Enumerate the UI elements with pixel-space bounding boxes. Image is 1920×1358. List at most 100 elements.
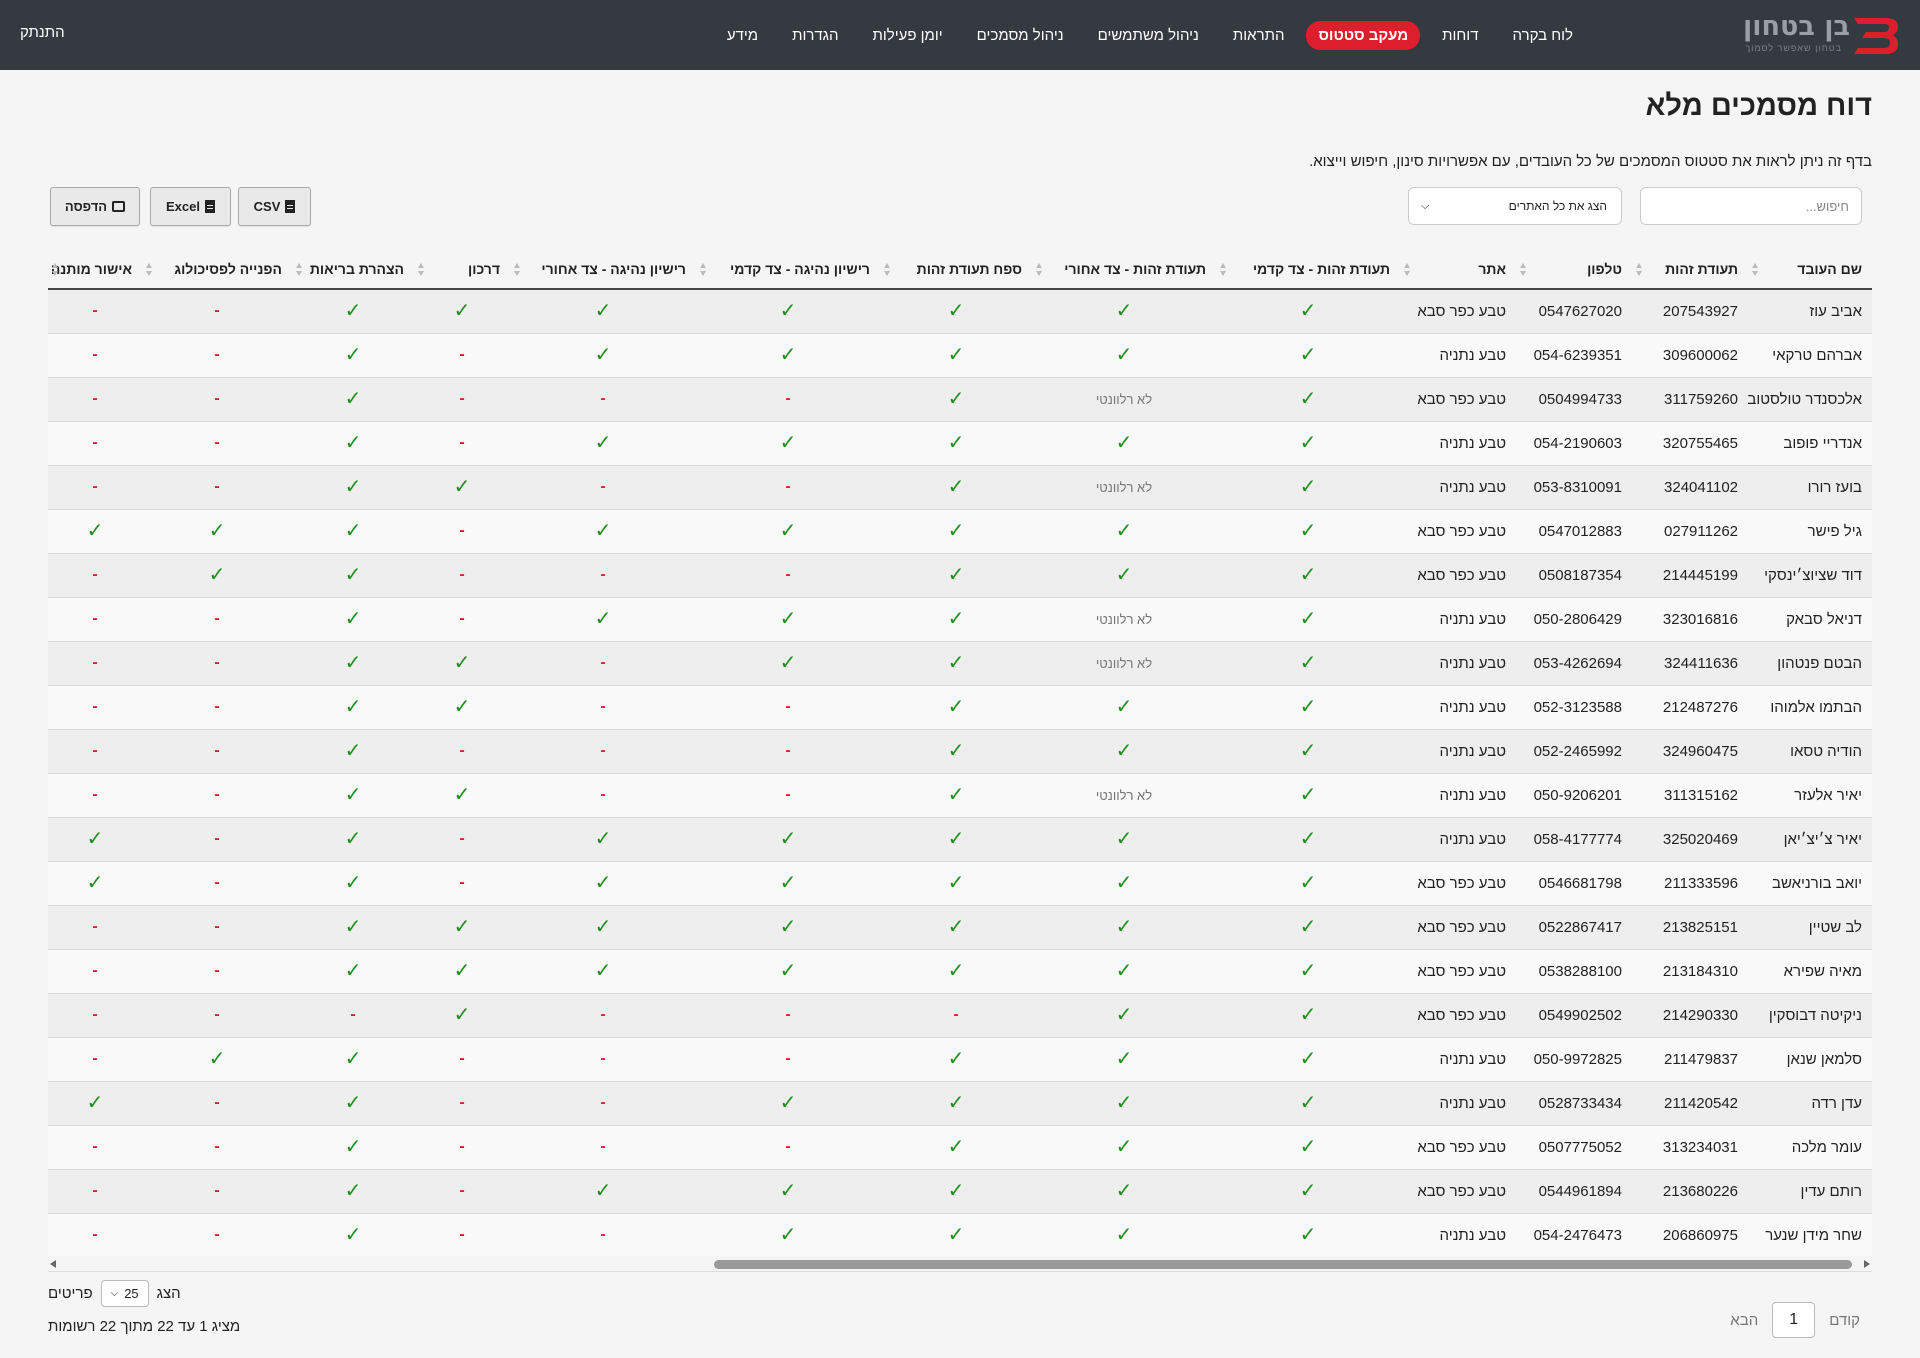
logout-link[interactable]: התנתק: [20, 24, 65, 41]
column-header-12[interactable]: אישור מותנה: [48, 250, 142, 290]
scrollbar-thumb[interactable]: [714, 1260, 1852, 1269]
table-row[interactable]: אביב עוז 207543927 0547627020 טבע כפר סבא ✓ ✓…: [48, 288, 1872, 333]
column-header-10[interactable]: הצהרת בריאות: [292, 250, 414, 290]
missing-icon: -: [459, 1138, 465, 1155]
table-row[interactable]: הבטם פנטהון 324411636 053-4262694 טבע נתניה…: [48, 640, 1872, 685]
chevron-down-icon: ⌵: [1421, 200, 1430, 212]
cell-doc-status: ✓: [292, 1124, 414, 1169]
sort-icon[interactable]: [1036, 263, 1043, 276]
cell-doc-status: -: [696, 772, 880, 817]
scroll-right-arrow-icon[interactable]: [1864, 1260, 1870, 1268]
table-row[interactable]: דוד שציוצ׳ינסקי 214445199 0508187354 טבע כפ…: [48, 552, 1872, 597]
pagination-prev[interactable]: קודם: [1829, 1312, 1860, 1329]
print-button[interactable]: הדפסה: [50, 187, 140, 226]
table-row[interactable]: סלמאן שנאן 211479837 050-9972825 טבע נתניה ✓…: [48, 1036, 1872, 1081]
nav-item-7[interactable]: הגדרות: [780, 21, 850, 50]
column-header-7[interactable]: רישיון נהיגה - צד קדמי: [696, 250, 880, 290]
check-icon: ✓: [1115, 1180, 1133, 1202]
cell-site: טבע נתניה: [1400, 596, 1516, 641]
nav-item-6[interactable]: יומן פעילות: [861, 21, 955, 50]
table-row[interactable]: הבתמו אלמוהו 212487276 052-3123588 טבע נתני…: [48, 684, 1872, 729]
table-row[interactable]: מאיה שפירא 213184310 0538288100 טבע כפר סבא…: [48, 948, 1872, 993]
table-row[interactable]: גיל פישר 027911262 0547012883 טבע כפר סבא ✓ ✓…: [48, 508, 1872, 553]
cell-doc-status: ✓: [510, 420, 696, 465]
check-icon: ✓: [1299, 1048, 1317, 1070]
table-row[interactable]: אברהם טרקאי 309600062 054-6239351 טבע נתניה…: [48, 332, 1872, 377]
sort-icon[interactable]: [52, 263, 59, 276]
column-header-3[interactable]: אתר: [1400, 250, 1516, 290]
table-row[interactable]: שחר מידן שנער 206860975 054-2476473 טבע נתנ…: [48, 1212, 1872, 1257]
search-input[interactable]: [1640, 187, 1862, 225]
check-icon: ✓: [779, 520, 797, 542]
page-size-select[interactable]: 25 ⌵: [100, 1280, 149, 1307]
table-row[interactable]: יאיר אלעזר 311315162 050-9206201 טבע נתניה ✓…: [48, 772, 1872, 817]
table-row[interactable]: עומר מלכה 313234031 0507775052 טבע כפר סבא ✓…: [48, 1124, 1872, 1169]
sort-icon[interactable]: [514, 263, 521, 276]
export-csv-button[interactable]: CSV: [238, 187, 311, 226]
column-header-1[interactable]: תעודת זהות: [1632, 250, 1748, 290]
cell-phone: 058-4177774: [1516, 816, 1632, 861]
nav-item-1[interactable]: דוחות: [1430, 21, 1490, 50]
table-row[interactable]: אלכסנדר טולסטוב 311759260 0504994733 טבע כפ…: [48, 376, 1872, 421]
table-row[interactable]: עדן רדה 211420542 0528733434 טבע נתניה ✓ ✓ ✓ ✓ -…: [48, 1080, 1872, 1125]
column-header-5[interactable]: תעודת זהות - צד אחורי: [1032, 250, 1216, 290]
column-header-2[interactable]: טלפון: [1516, 250, 1632, 290]
cell-doc-status: -: [696, 992, 880, 1037]
nav-item-5[interactable]: ניהול מסמכים: [965, 21, 1076, 50]
column-header-label: תעודת זהות: [1665, 261, 1738, 277]
sort-icon[interactable]: [146, 263, 153, 276]
cell-site: טבע כפר סבא: [1400, 992, 1516, 1037]
table-row[interactable]: לב שטיין 213825151 0522867417 טבע כפר סבא ✓ ✓…: [48, 904, 1872, 949]
nav-item-0[interactable]: לוח בקרה: [1501, 21, 1585, 50]
sort-icon[interactable]: [884, 263, 891, 276]
table-row[interactable]: אנדריי פופוב 320755465 054-2190603 טבע נתני…: [48, 420, 1872, 465]
cell-doc-status: ✓: [292, 904, 414, 949]
column-header-0[interactable]: שם העובד: [1748, 250, 1872, 290]
horizontal-scrollbar[interactable]: [48, 1256, 1872, 1272]
nav-item-8[interactable]: מידע: [715, 21, 770, 50]
table-row[interactable]: ניקיטה דבוסקין 214290330 0549902502 טבע כפר…: [48, 992, 1872, 1037]
table-row[interactable]: יאיר צ׳יצ׳יאן 325020469 058-4177774 טבע נתנ…: [48, 816, 1872, 861]
scroll-left-arrow-icon[interactable]: [50, 1260, 56, 1268]
column-header-4[interactable]: תעודת זהות - צד קדמי: [1216, 250, 1400, 290]
sort-icon[interactable]: [1752, 263, 1759, 276]
missing-icon: -: [600, 1226, 606, 1244]
sort-icon[interactable]: [700, 263, 707, 276]
table-row[interactable]: רותם עדין 213680226 0544961894 טבע כפר סבא ✓…: [48, 1168, 1872, 1213]
cell-doc-status: ✓: [880, 904, 1032, 949]
table-row[interactable]: הודיה טסאו 324960475 052-2465992 טבע נתניה ✓…: [48, 728, 1872, 773]
site-filter-select[interactable]: הצג את כל האתרים ⌵: [1408, 187, 1622, 225]
column-header-11[interactable]: הפנייה לפסיכולוג: [142, 250, 292, 290]
table-row[interactable]: יואב בורניאשב 211333596 0546681798 טבע כפר …: [48, 860, 1872, 905]
cell-doc-status: ✓: [414, 904, 510, 949]
sort-icon[interactable]: [296, 263, 303, 276]
sort-icon[interactable]: [1220, 263, 1227, 276]
cell-doc-status: ✓: [510, 1168, 696, 1213]
column-header-label: אתר: [1478, 261, 1506, 277]
pagination-next[interactable]: הבא: [1730, 1312, 1758, 1329]
export-excel-button[interactable]: Excel: [150, 187, 231, 226]
check-icon: ✓: [344, 1092, 362, 1114]
nav-item-2[interactable]: מעקב סטטוס: [1306, 20, 1421, 50]
cell-doc-status: ✓: [1032, 992, 1216, 1037]
cell-name: הבטם פנטהון: [1748, 640, 1872, 685]
cell-name: סלמאן שנאן: [1748, 1036, 1872, 1081]
column-header-8[interactable]: רישיון נהיגה - צד אחורי: [510, 250, 696, 290]
table-row[interactable]: בועז רורו 324041102 053-8310091 טבע נתניה ✓ ל…: [48, 464, 1872, 509]
sort-icon[interactable]: [418, 263, 425, 276]
sort-icon[interactable]: [1404, 263, 1411, 276]
column-header-6[interactable]: ספח תעודת זהות: [880, 250, 1032, 290]
nav-item-4[interactable]: ניהול משתמשים: [1086, 21, 1211, 50]
pagination-page-1[interactable]: 1: [1772, 1302, 1816, 1338]
table-row[interactable]: דניאל סבאק 323016816 050-2806429 טבע נתניה ✓…: [48, 596, 1872, 641]
column-header-9[interactable]: דרכון: [414, 250, 510, 290]
check-icon: ✓: [453, 300, 471, 323]
company-logo[interactable]: בן בטחון בטחון שאפשר לסמוך: [1743, 10, 1900, 60]
sort-icon[interactable]: [1520, 263, 1527, 276]
nav-item-3[interactable]: התראות: [1221, 21, 1297, 50]
check-icon: ✓: [1115, 520, 1133, 542]
cell-doc-status: ✓: [880, 1124, 1032, 1169]
sort-icon[interactable]: [1636, 263, 1643, 276]
check-icon: ✓: [947, 564, 965, 586]
cell-doc-status: ✓: [880, 1080, 1032, 1125]
